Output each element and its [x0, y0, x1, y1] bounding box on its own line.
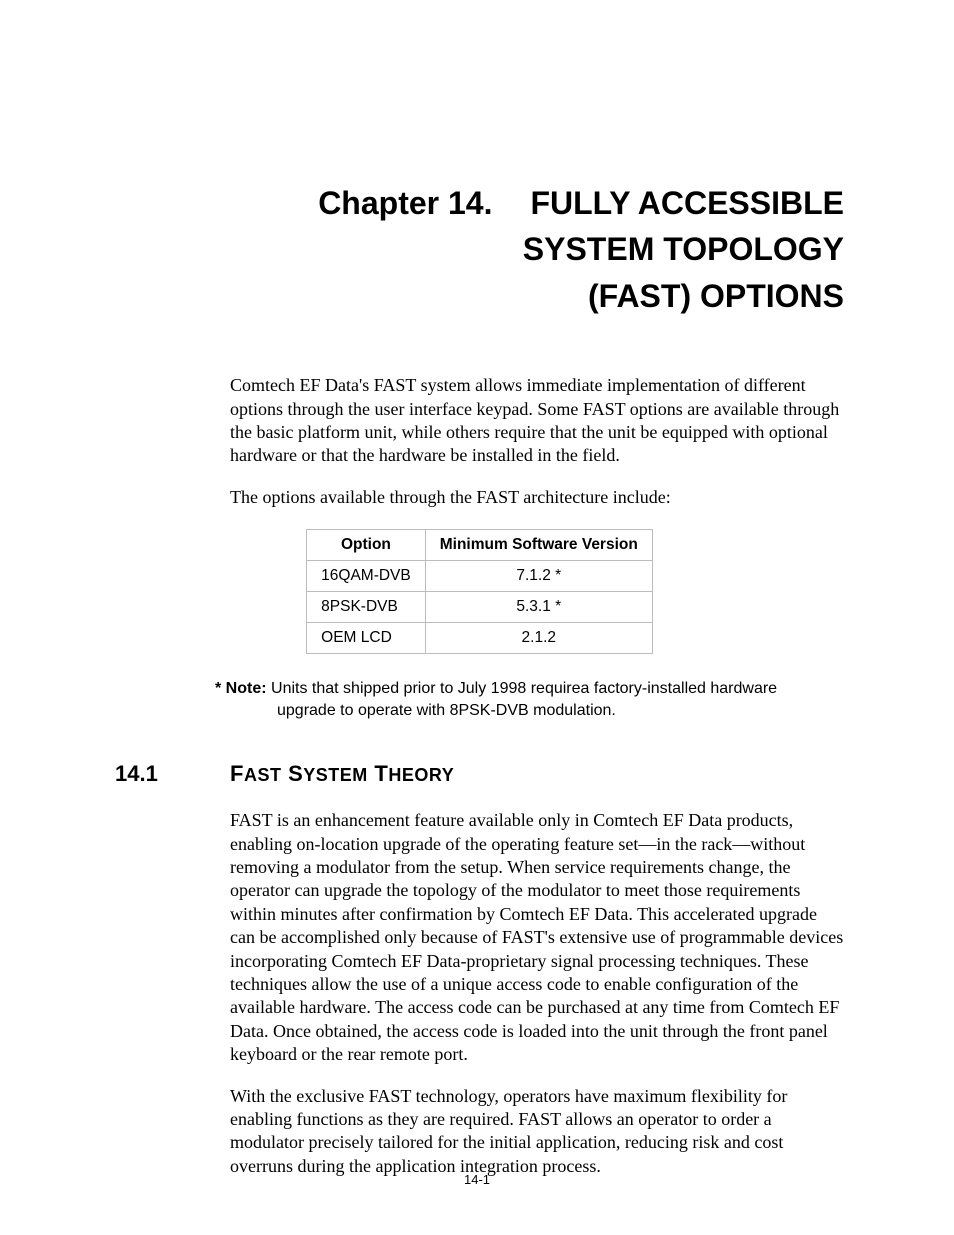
note-text-line2: upgrade to operate with 8PSK-DVB modulat…: [215, 702, 616, 719]
footnote: * Note: Units that shipped prior to July…: [115, 678, 844, 721]
table-cell-option: 8PSK-DVB: [307, 592, 426, 623]
chapter-title-line1: FULLY ACCESSIBLE: [530, 185, 844, 221]
note-text-line1: Units that shipped prior to July 1998 re…: [271, 680, 777, 697]
table-row: OEM LCD 2.1.2: [307, 623, 653, 654]
chapter-title-line3: (FAST) OPTIONS: [588, 278, 844, 314]
page: Chapter 14. FULLY ACCESSIBLE SYSTEM TOPOL…: [0, 0, 954, 1235]
table-header-version: Minimum Software Version: [425, 530, 652, 561]
chapter-heading: Chapter 14. FULLY ACCESSIBLE SYSTEM TOPOL…: [115, 180, 844, 319]
table-header-option: Option: [307, 530, 426, 561]
page-number: 14-1: [0, 1172, 954, 1187]
section-title: FAST SYSTEM THEORY: [230, 761, 454, 787]
intro-paragraph-1: Comtech EF Data's FAST system allows imm…: [115, 374, 844, 468]
table-row: 8PSK-DVB 5.3.1 *: [307, 592, 653, 623]
table-row: 16QAM-DVB 7.1.2 *: [307, 561, 653, 592]
options-table: Option Minimum Software Version 16QAM-DV…: [306, 529, 653, 654]
table-cell-version: 7.1.2 *: [425, 561, 652, 592]
table-cell-version: 5.3.1 *: [425, 592, 652, 623]
table-cell-option: OEM LCD: [307, 623, 426, 654]
section-number: 14.1: [115, 761, 230, 787]
chapter-title-line2: SYSTEM TOPOLOGY: [523, 231, 844, 267]
note-label: * Note:: [215, 680, 267, 697]
section-paragraph-1: FAST is an enhancement feature available…: [115, 809, 844, 1066]
table-header-row: Option Minimum Software Version: [307, 530, 653, 561]
table-cell-option: 16QAM-DVB: [307, 561, 426, 592]
section-paragraph-2: With the exclusive FAST technology, oper…: [115, 1085, 844, 1179]
intro-paragraph-2: The options available through the FAST a…: [115, 486, 844, 509]
chapter-number: Chapter 14.: [318, 180, 492, 226]
section-heading: 14.1 FAST SYSTEM THEORY: [115, 761, 844, 787]
table-cell-version: 2.1.2: [425, 623, 652, 654]
